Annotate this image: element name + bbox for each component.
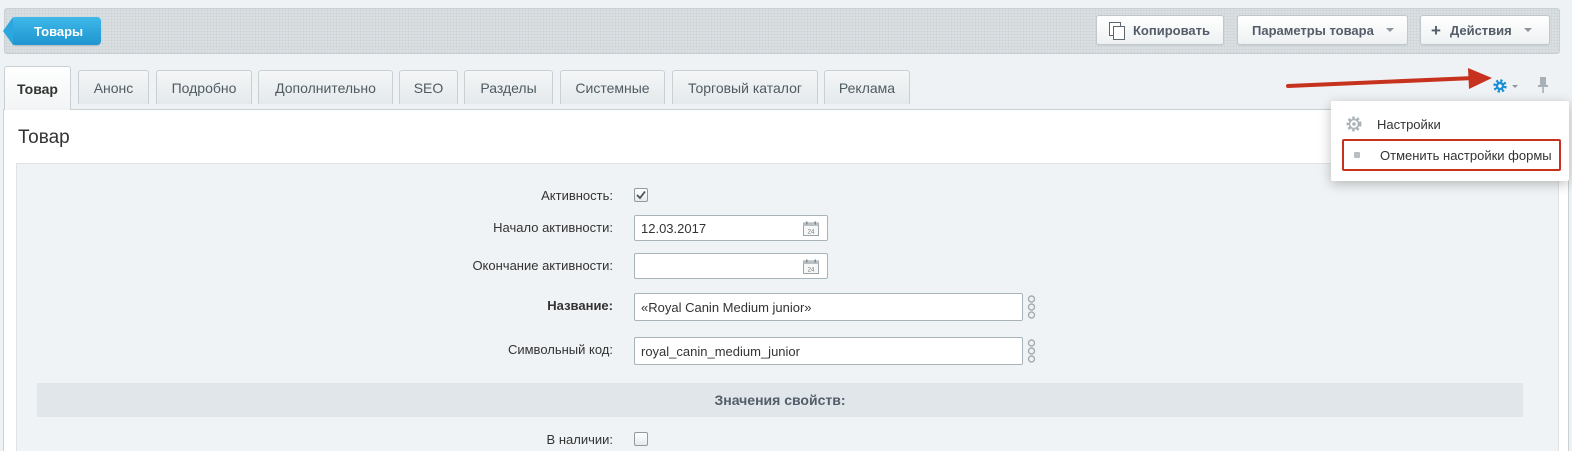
menu-item-reset-form-settings[interactable]: Отменить настройки формы bbox=[1342, 139, 1561, 171]
product-params-button[interactable]: Параметры товара bbox=[1237, 15, 1408, 45]
form-area: Активность: Начало активности: 12.03.201… bbox=[16, 163, 1559, 451]
annotation-arrow bbox=[1286, 68, 1492, 89]
active-checkbox[interactable] bbox=[634, 188, 648, 202]
actions-button[interactable]: + Действия bbox=[1420, 15, 1550, 45]
tab-label: Товар bbox=[17, 80, 58, 97]
tab-label: Подробно bbox=[171, 79, 237, 96]
tab-system[interactable]: Системные bbox=[560, 70, 665, 104]
calendar-day-text: 24 bbox=[808, 230, 815, 236]
tab-label: Реклама bbox=[838, 79, 896, 96]
chevron-down-icon bbox=[1512, 84, 1518, 88]
tab-additional[interactable]: Дополнительно bbox=[258, 70, 393, 104]
tab-label: Системные bbox=[575, 79, 650, 96]
menu-item-settings[interactable]: Настройки bbox=[1331, 109, 1569, 139]
in-stock-label: В наличии: bbox=[546, 432, 613, 447]
gear-icon bbox=[1493, 79, 1507, 93]
tab-label: Разделы bbox=[480, 79, 537, 96]
tab-label: SEO bbox=[413, 79, 444, 96]
code-label: Символьный код: bbox=[507, 342, 613, 357]
checkmark-icon bbox=[636, 190, 646, 200]
page-title: Товар bbox=[18, 127, 70, 148]
gear-icon bbox=[1345, 115, 1363, 133]
section-title: Значения свойств: bbox=[714, 392, 846, 408]
in-stock-checkbox[interactable] bbox=[634, 432, 648, 446]
chevron-down-icon bbox=[1385, 28, 1394, 32]
start-date-field[interactable]: 12.03.2017 24 bbox=[634, 215, 828, 241]
start-date-label: Начало активности: bbox=[493, 220, 613, 235]
end-date-label: Окончание активности: bbox=[472, 258, 613, 273]
chevron-down-icon bbox=[1523, 28, 1532, 32]
menu-item-label: Отменить настройки формы bbox=[1380, 147, 1552, 163]
active-label: Активность: bbox=[541, 188, 613, 203]
top-toolbar: Товары Копировать Параметры товара + Дей… bbox=[3, 8, 1560, 54]
tab-label: Дополнительно bbox=[275, 79, 376, 96]
tab-label: Анонс bbox=[93, 79, 134, 96]
copy-button-label: Копировать bbox=[1133, 22, 1211, 38]
tab-label: Торговый каталог bbox=[688, 79, 802, 96]
code-value: royal_canin_medium_junior bbox=[641, 343, 800, 359]
product-params-label: Параметры товара bbox=[1252, 22, 1374, 38]
tab-details[interactable]: Подробно bbox=[156, 70, 252, 104]
pin-icon[interactable] bbox=[1536, 76, 1550, 94]
form-settings-button[interactable] bbox=[1492, 77, 1522, 95]
code-field[interactable]: royal_canin_medium_junior bbox=[634, 337, 1023, 365]
tab-seo[interactable]: SEO bbox=[399, 70, 458, 104]
dot-icon bbox=[1348, 152, 1366, 158]
tab-product[interactable]: Товар bbox=[4, 66, 71, 110]
name-label: Название: bbox=[547, 298, 613, 313]
transliterate-icon[interactable] bbox=[1026, 339, 1037, 363]
name-value: «Royal Canin Medium junior» bbox=[641, 299, 812, 315]
start-date-value: 12.03.2017 bbox=[641, 220, 707, 236]
calendar-day-text: 24 bbox=[808, 268, 815, 274]
end-date-field[interactable]: 24 bbox=[634, 253, 828, 279]
tab-announce[interactable]: Анонс bbox=[78, 70, 149, 104]
calendar-icon[interactable]: 24 bbox=[803, 259, 819, 274]
tab-trade-catalog[interactable]: Торговый каталог bbox=[672, 70, 818, 104]
calendar-icon[interactable]: 24 bbox=[803, 221, 819, 236]
actions-button-label: Действия bbox=[1449, 22, 1512, 38]
back-to-products-button[interactable]: Товары bbox=[3, 17, 101, 45]
form-settings-menu: Настройки Отменить настройки формы bbox=[1331, 101, 1569, 181]
properties-section-header: Значения свойств: bbox=[37, 383, 1523, 417]
tab-advertising[interactable]: Реклама bbox=[824, 70, 910, 104]
plus-icon: + bbox=[1431, 20, 1441, 40]
copy-icon bbox=[1109, 22, 1125, 40]
tab-sections[interactable]: Разделы bbox=[464, 70, 553, 104]
copy-button[interactable]: Копировать bbox=[1096, 15, 1224, 45]
menu-item-label: Настройки bbox=[1377, 116, 1441, 132]
back-button-label: Товары bbox=[34, 23, 84, 39]
transliterate-icon[interactable] bbox=[1026, 295, 1037, 319]
name-field[interactable]: «Royal Canin Medium junior» bbox=[634, 293, 1023, 321]
